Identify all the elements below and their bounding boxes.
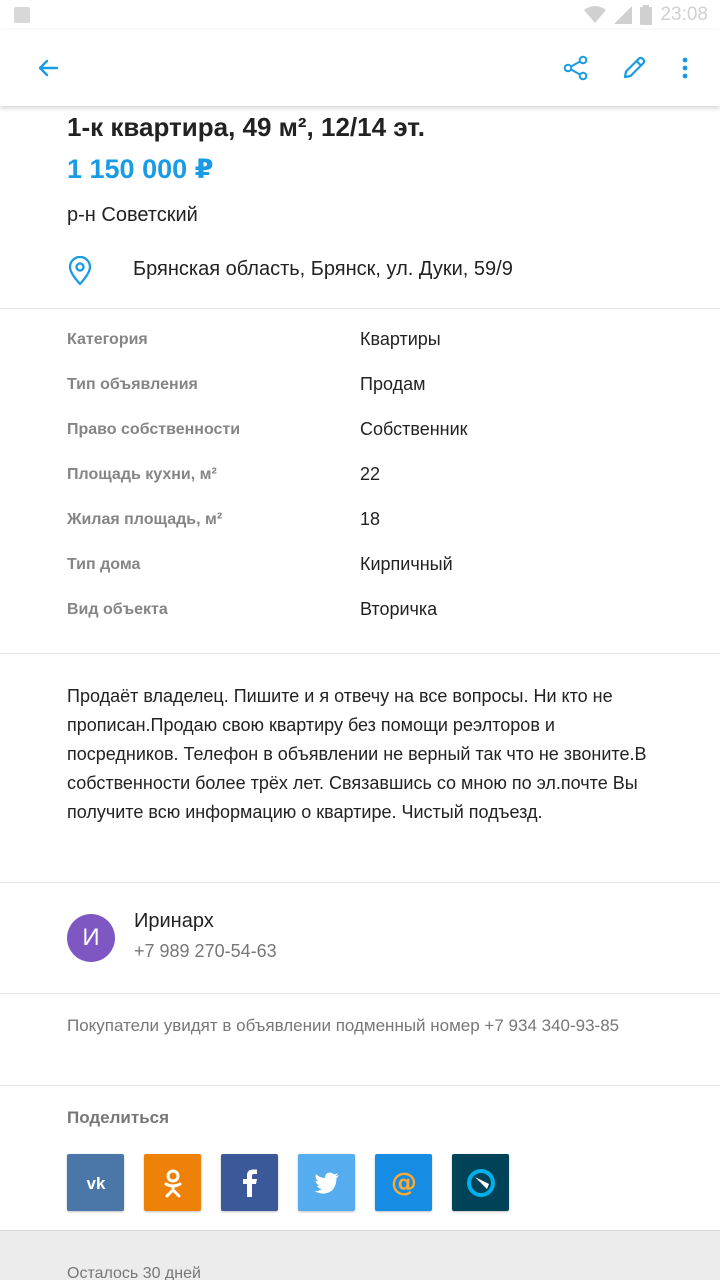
param-value: Собственник <box>360 419 468 439</box>
back-button[interactable] <box>28 48 68 88</box>
seller-phone[interactable]: +7 989 270-54-63 <box>134 941 277 962</box>
param-row: Право собственности Собственник <box>0 416 720 446</box>
notification-icon <box>14 7 30 23</box>
listing-price: 1 150 000 ₽ <box>67 154 214 184</box>
param-row: Тип дома Кирпичный <box>0 551 720 581</box>
app-bar <box>0 30 720 106</box>
listing-description: Продаёт владелец. Пишите и я отвечу на в… <box>67 686 647 822</box>
share-livejournal-button[interactable] <box>452 1154 509 1211</box>
edit-button[interactable] <box>614 48 654 88</box>
share-icon <box>563 55 588 81</box>
footer-bar: Осталось 30 дней <box>0 1230 720 1280</box>
days-remaining: Осталось 30 дней <box>67 1265 201 1280</box>
share-button[interactable] <box>556 48 596 88</box>
param-row: Вид объекта Вторичка <box>0 596 720 626</box>
more-menu-button[interactable] <box>665 48 705 88</box>
param-value: Квартиры <box>360 329 441 349</box>
share-buttons: vk @ <box>67 1154 509 1212</box>
param-name: Тип дома <box>67 556 141 573</box>
avatar: И <box>67 914 115 962</box>
seller-name: Иринарх <box>134 910 214 932</box>
param-value: Кирпичный <box>360 554 453 574</box>
listing-title: 1-к квартира, 49 м², 12/14 эт. <box>67 112 425 142</box>
param-name: Вид объекта <box>67 601 168 618</box>
address-row[interactable]: Брянская область, Брянск, ул. Дуки, 59/9 <box>67 254 687 288</box>
divider <box>0 882 720 883</box>
svg-text:vk: vk <box>86 1174 105 1193</box>
param-name: Тип объявления <box>67 376 198 393</box>
status-time: 23:08 <box>660 4 708 25</box>
share-title: Поделиться <box>67 1108 170 1127</box>
cellular-icon <box>614 6 633 24</box>
share-odnoklassniki-button[interactable] <box>144 1154 201 1211</box>
param-value: Продам <box>360 374 426 394</box>
share-vk-button[interactable]: vk <box>67 1154 124 1211</box>
param-name: Жилая площадь, м² <box>67 511 223 528</box>
pencil-icon <box>623 56 646 79</box>
listing-district: р-н Советский <box>67 204 198 226</box>
seller-card[interactable]: И Иринарх +7 989 270-54-63 <box>67 906 667 976</box>
wifi-icon <box>584 6 607 23</box>
svg-text:@: @ <box>391 1168 417 1198</box>
param-value: 22 <box>360 464 381 484</box>
twitter-icon <box>314 1172 339 1194</box>
livejournal-icon <box>466 1168 495 1197</box>
divider <box>0 308 720 309</box>
share-twitter-button[interactable] <box>298 1154 355 1211</box>
param-name: Право собственности <box>67 421 241 438</box>
odnoklassniki-icon <box>164 1169 181 1197</box>
share-facebook-button[interactable] <box>221 1154 278 1211</box>
more-vertical-icon <box>682 57 688 79</box>
divider <box>0 653 720 654</box>
param-value: 18 <box>360 509 381 529</box>
param-name: Площадь кухни, м² <box>67 466 217 483</box>
battery-icon <box>640 5 653 25</box>
param-row: Категория Квартиры <box>0 326 720 356</box>
location-pin-icon <box>68 256 92 286</box>
listing-address: Брянская область, Брянск, ул. Дуки, 59/9 <box>133 258 513 280</box>
mail-at-icon: @ <box>391 1168 417 1198</box>
param-row: Жилая площадь, м² 18 <box>0 506 720 536</box>
divider <box>0 993 720 994</box>
arrow-left-icon <box>38 59 59 77</box>
param-name: Категория <box>67 331 148 348</box>
param-row: Тип объявления Продам <box>0 371 720 401</box>
divider <box>0 1085 720 1086</box>
param-row: Площадь кухни, м² 22 <box>0 461 720 491</box>
vk-icon: vk <box>86 1174 105 1193</box>
substitute-number-notice: Покупатели увидят в объявлении подменный… <box>67 1016 620 1035</box>
status-icons: 23:08 <box>584 4 708 26</box>
share-mail-button[interactable]: @ <box>375 1154 432 1211</box>
facebook-icon <box>242 1169 257 1197</box>
status-bar: 23:08 <box>0 0 720 30</box>
param-value: Вторичка <box>360 599 438 619</box>
